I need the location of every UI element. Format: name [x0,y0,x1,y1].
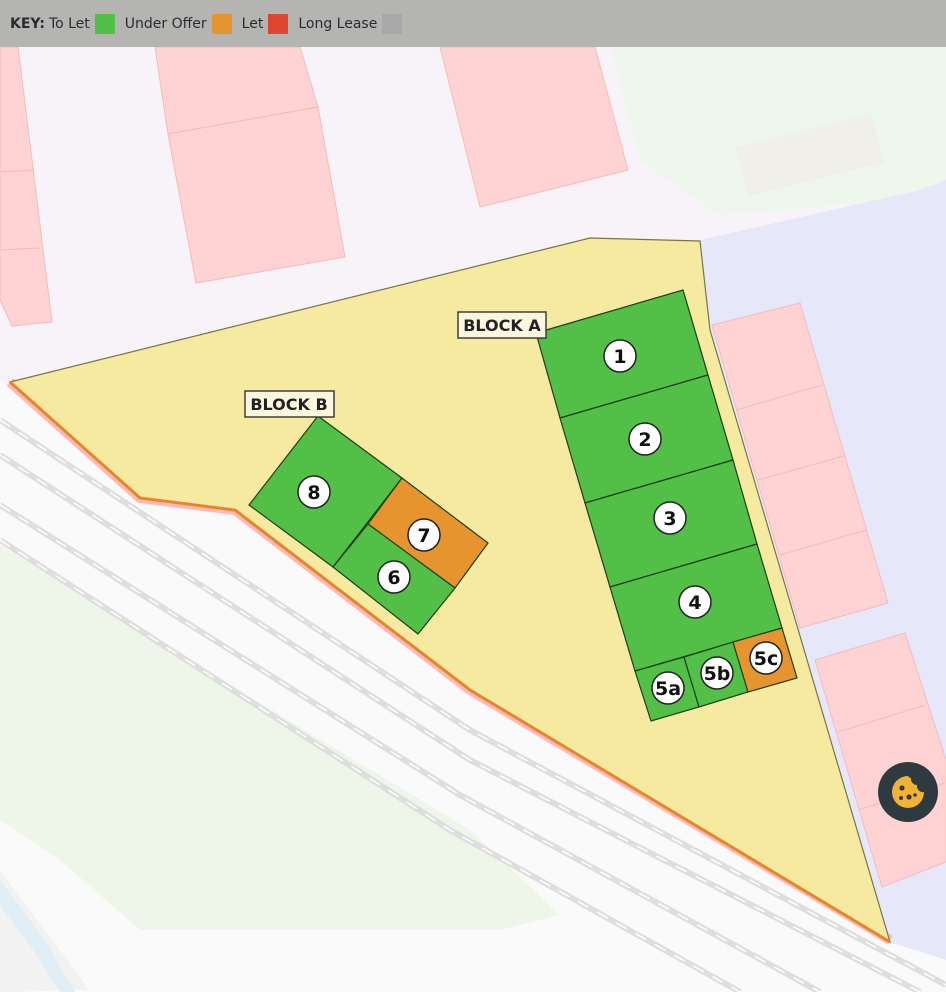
block-b-label: BLOCK B [244,390,335,418]
unit-5c-number: 5c [754,648,778,670]
unit-2-number: 2 [638,429,651,451]
cookie-settings-button[interactable] [878,762,938,822]
unit-5b-number: 5b [704,663,731,685]
key-item-long-lease: Long Lease [298,13,403,34]
key-item-let: Let [241,13,289,34]
unit-1-number: 1 [613,346,626,368]
unit-5b-marker[interactable]: 5b [700,656,734,690]
unit-4-number: 4 [688,592,701,614]
key-label-long-lease: Long Lease [298,15,378,32]
unit-2-marker[interactable]: 2 [628,422,662,456]
unit-4-marker[interactable]: 4 [678,585,712,619]
key-item-to-let: To Let [48,13,115,34]
unit-8-number: 8 [307,482,320,504]
unit-5c-marker[interactable]: 5c [749,641,783,675]
key-label-let: Let [241,15,264,32]
unit-5a-marker[interactable]: 5a [651,671,685,705]
block-a-label: BLOCK A [457,311,547,339]
site-map[interactable]: BLOCK A BLOCK B 1 2 3 4 5a 5b 5c 8 7 6 [0,0,946,992]
cookie-icon [892,776,924,808]
unit-6-marker[interactable]: 6 [377,560,411,594]
unit-3-number: 3 [663,508,676,530]
key-label-to-let: To Let [48,15,90,32]
to-let-swatch [94,13,115,34]
unit-8-marker[interactable]: 8 [297,475,331,509]
unit-1-marker[interactable]: 1 [603,339,637,373]
unit-6-number: 6 [387,567,400,589]
unit-3-marker[interactable]: 3 [653,501,687,535]
key-label-under-offer: Under Offer [124,15,207,32]
unit-5a-number: 5a [655,678,681,700]
under-offer-swatch [211,13,232,34]
key-bar: KEY: To Let Under Offer Let Long Lease [0,0,946,47]
unit-7-marker[interactable]: 7 [407,518,441,552]
block-a-label-text: BLOCK A [463,316,541,335]
long-lease-swatch [382,13,403,34]
block-b-label-text: BLOCK B [250,395,327,414]
let-swatch [268,13,289,34]
key-item-under-offer: Under Offer [124,13,232,34]
key-title: KEY: [10,15,45,32]
unit-7-number: 7 [417,525,430,547]
